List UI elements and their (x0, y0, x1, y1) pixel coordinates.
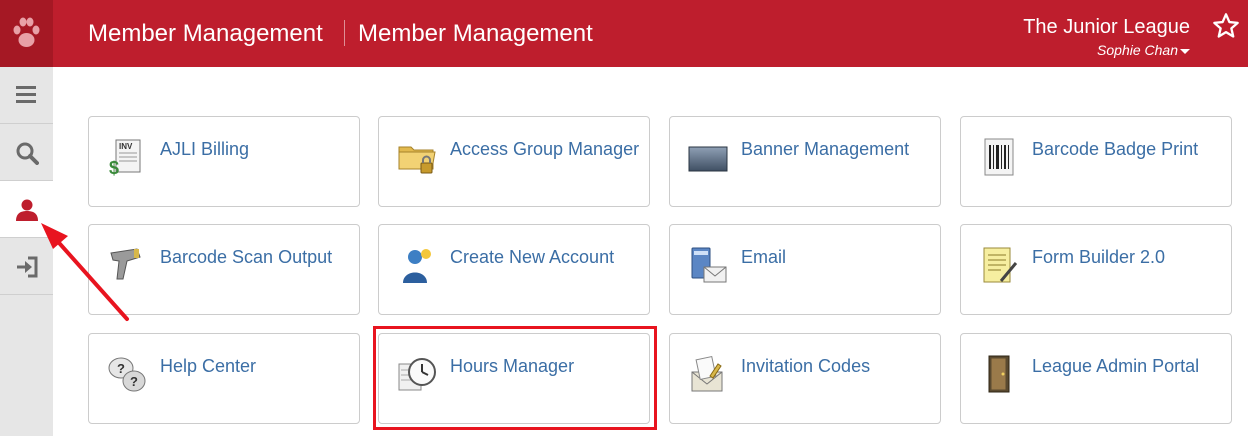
tile-league-admin-portal[interactable]: League Admin Portal (960, 333, 1232, 424)
page-title: Member Management (88, 20, 323, 47)
invitation-icon (691, 355, 723, 392)
tile-invitation-codes[interactable]: Invitation Codes (669, 333, 941, 424)
tile-banner-management[interactable]: Banner Management (669, 116, 941, 207)
user-name: Sophie Chan (1097, 42, 1178, 58)
sidebar-members-button[interactable] (0, 181, 53, 238)
tile-label: Barcode Badge Print (1032, 139, 1199, 159)
search-icon (16, 142, 39, 165)
left-sidebar (0, 67, 53, 436)
invoice-icon: INV $ (109, 139, 141, 177)
tile-label: League Admin Portal (1032, 356, 1200, 376)
tile-label: Create New Account (450, 247, 615, 267)
top-header: Member Management Member Management The … (0, 0, 1248, 67)
paw-logo[interactable] (0, 0, 53, 67)
hours-manager-highlight-box (373, 326, 657, 430)
help-bubbles-icon: ? ? (108, 357, 146, 392)
svg-text:INV: INV (119, 142, 133, 151)
folder-lock-icon (398, 146, 436, 174)
tile-form-builder[interactable]: Form Builder 2.0 (960, 224, 1232, 315)
tile-ajli-billing[interactable]: INV $ AJLI Billing (88, 116, 360, 207)
form-icon (983, 247, 1018, 283)
star-icon[interactable] (1212, 12, 1240, 40)
title-divider (344, 20, 345, 46)
tile-access-group-manager[interactable]: Access Group Manager (378, 116, 650, 207)
svg-text:?: ? (117, 361, 125, 376)
menu-icon (16, 86, 36, 103)
sign-in-icon (17, 256, 38, 278)
sidebar-search-button[interactable] (0, 124, 53, 181)
tile-label: Banner Management (741, 139, 910, 159)
app-root: Member Management Member Management The … (0, 0, 1248, 436)
door-icon (988, 355, 1010, 393)
new-user-icon (403, 249, 431, 283)
user-icon (16, 199, 38, 221)
tile-label: Email (741, 247, 787, 267)
email-icon (691, 247, 727, 283)
tile-create-new-account[interactable]: Create New Account (378, 224, 650, 315)
tile-barcode-scan-output[interactable]: Barcode Scan Output (88, 224, 360, 315)
organization-name: The Junior League (1023, 16, 1190, 38)
user-menu[interactable]: Sophie Chan (1097, 42, 1190, 58)
paw-icon (13, 17, 40, 47)
tile-label: Invitation Codes (741, 356, 871, 376)
tile-barcode-badge-print[interactable]: Barcode Badge Print (960, 116, 1232, 207)
barcode-icon (984, 138, 1014, 176)
tile-email[interactable]: Email (669, 224, 941, 315)
sidebar-menu-button[interactable] (0, 67, 53, 124)
tile-label: Barcode Scan Output (160, 247, 333, 267)
barcode-scanner-icon (110, 248, 141, 280)
tile-label: AJLI Billing (160, 139, 250, 159)
tile-label: Help Center (160, 356, 257, 376)
caret-down-icon (1180, 48, 1190, 54)
tile-label: Form Builder 2.0 (1032, 247, 1166, 267)
sidebar-signin-button[interactable] (0, 238, 53, 295)
tile-label: Access Group Manager (450, 139, 640, 159)
page-subtitle: Member Management (358, 20, 593, 47)
svg-text:$: $ (109, 158, 119, 177)
banner-icon (688, 146, 728, 172)
svg-text:?: ? (130, 374, 138, 389)
tile-help-center[interactable]: ? ? Help Center (88, 333, 360, 424)
